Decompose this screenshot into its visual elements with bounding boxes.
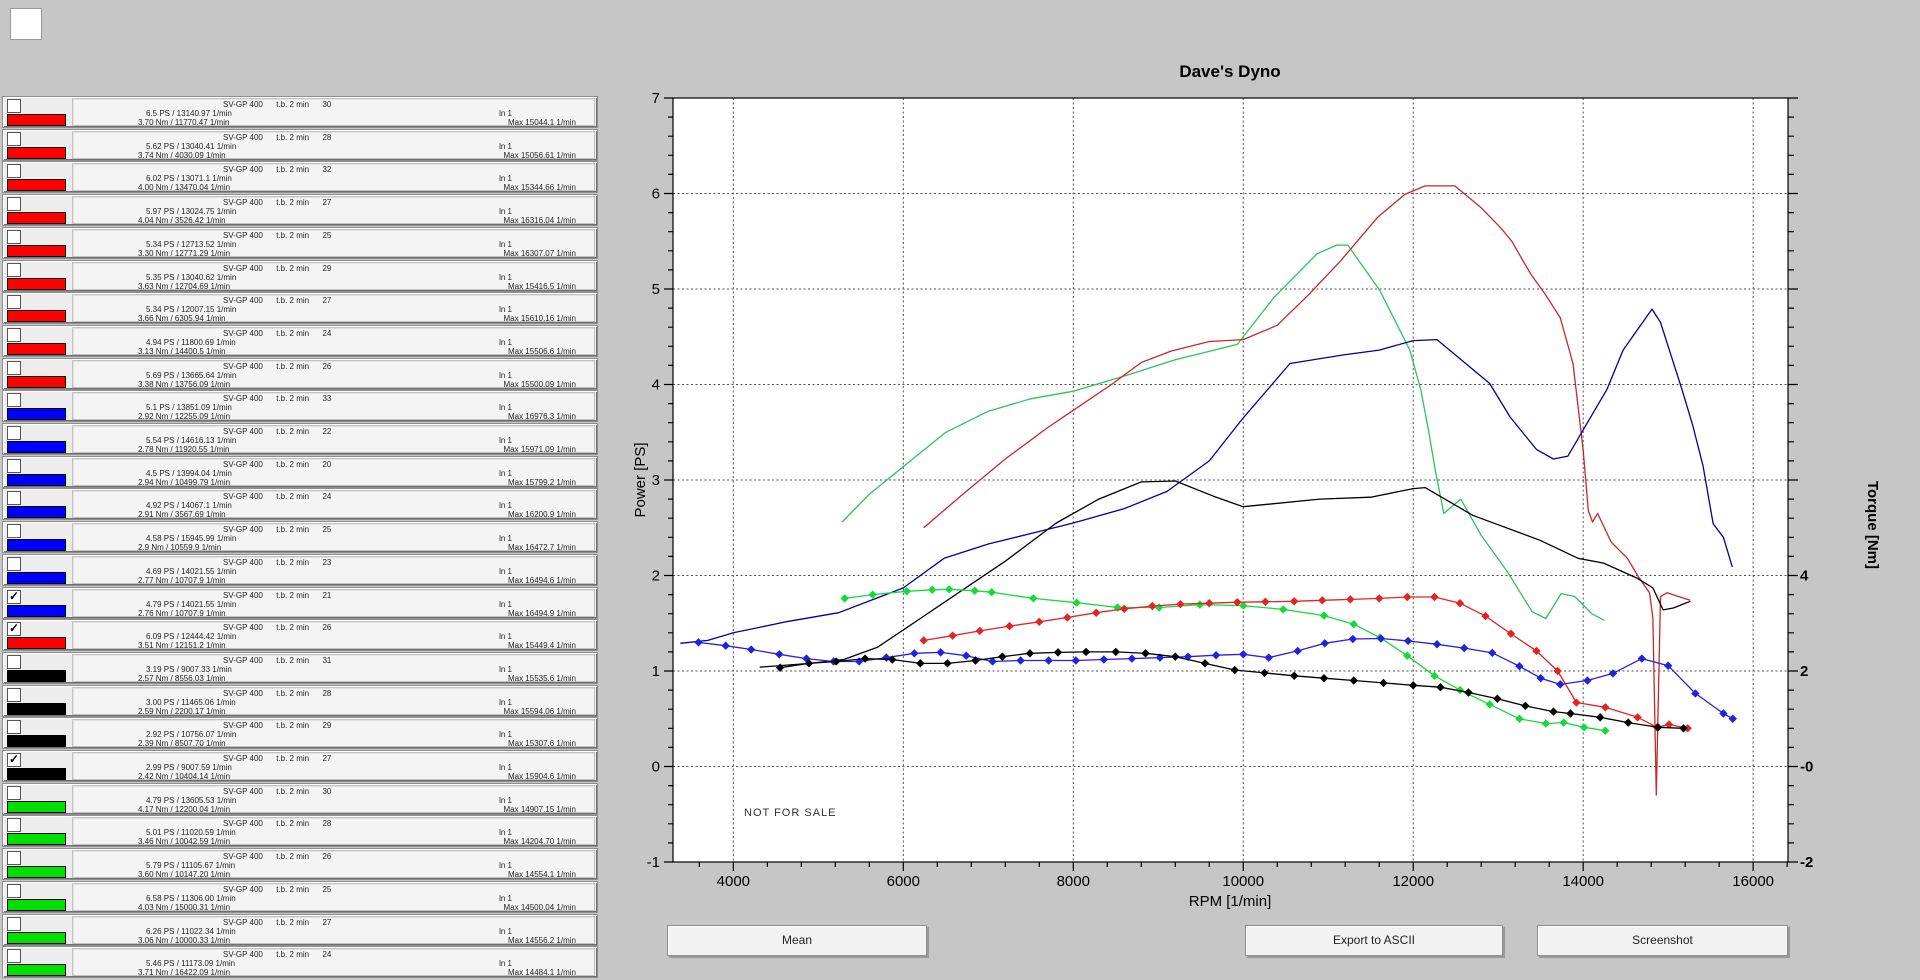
y-left-tick-label: 4 <box>652 377 660 394</box>
y-left-tick-label: -1 <box>647 854 660 871</box>
y-axis-label-power: Power [PS] <box>632 442 649 517</box>
x-tick-label: 12000 <box>1392 873 1434 890</box>
x-tick-label: 4000 <box>717 873 750 890</box>
x-tick-label: 16000 <box>1732 873 1774 890</box>
mean-button[interactable]: Mean <box>667 925 927 956</box>
x-axis-label: RPM [1/min] <box>1189 893 1272 910</box>
y-right-tick-label: -0 <box>1800 759 1813 776</box>
export-to-ascii-button[interactable]: Export to ASCII <box>1245 925 1503 956</box>
dyno-chart: 4000 6000 8000 10000 12000 14000 16000 -1 0 1 2 3 4 5… <box>0 0 1920 980</box>
y-left-tick-label: 3 <box>652 472 660 489</box>
y-left-tick-label: 5 <box>652 281 660 298</box>
y-left-tick-label: 2 <box>652 568 660 585</box>
y-right-tick-label: 2 <box>1800 663 1808 680</box>
y-right-tick-label: 4 <box>1800 568 1809 585</box>
x-tick-label: 10000 <box>1222 873 1264 890</box>
x-tick-label: 14000 <box>1562 873 1604 890</box>
y-left-tick-label: 6 <box>652 186 660 203</box>
y-left-tick-label: 1 <box>652 663 660 680</box>
y-left-tick-label: 0 <box>652 759 660 776</box>
chart-title: Dave's Dyno <box>1179 62 1280 81</box>
y-left-tick-label: 7 <box>652 90 660 107</box>
watermark-not-for-sale: NOT FOR SALE <box>744 807 836 819</box>
y-right-tick-label: -2 <box>1800 854 1813 871</box>
y-axis-label-torque: Torque [Nm] <box>1864 481 1881 569</box>
x-tick-label: 8000 <box>1057 873 1090 890</box>
screenshot-button[interactable]: Screenshot <box>1537 925 1788 956</box>
dyno-app-window: SV-GP 400 t.b. 2 min 306.5 PS / 13140.97… <box>0 0 1920 980</box>
x-tick-label: 6000 <box>887 873 920 890</box>
